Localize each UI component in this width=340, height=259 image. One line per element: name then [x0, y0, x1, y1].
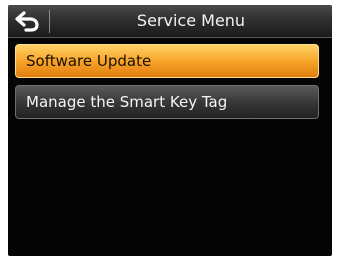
menu-item-manage-smart-key-tag[interactable]: Manage the Smart Key Tag	[15, 85, 319, 119]
service-menu-screen: Service Menu Software Update Manage the …	[8, 5, 332, 256]
page-title: Service Menu	[136, 11, 246, 30]
back-button[interactable]	[8, 5, 48, 37]
header-bar: Service Menu	[8, 5, 332, 38]
back-arrow-icon	[15, 11, 39, 32]
menu-item-software-update[interactable]: Software Update	[15, 44, 319, 78]
